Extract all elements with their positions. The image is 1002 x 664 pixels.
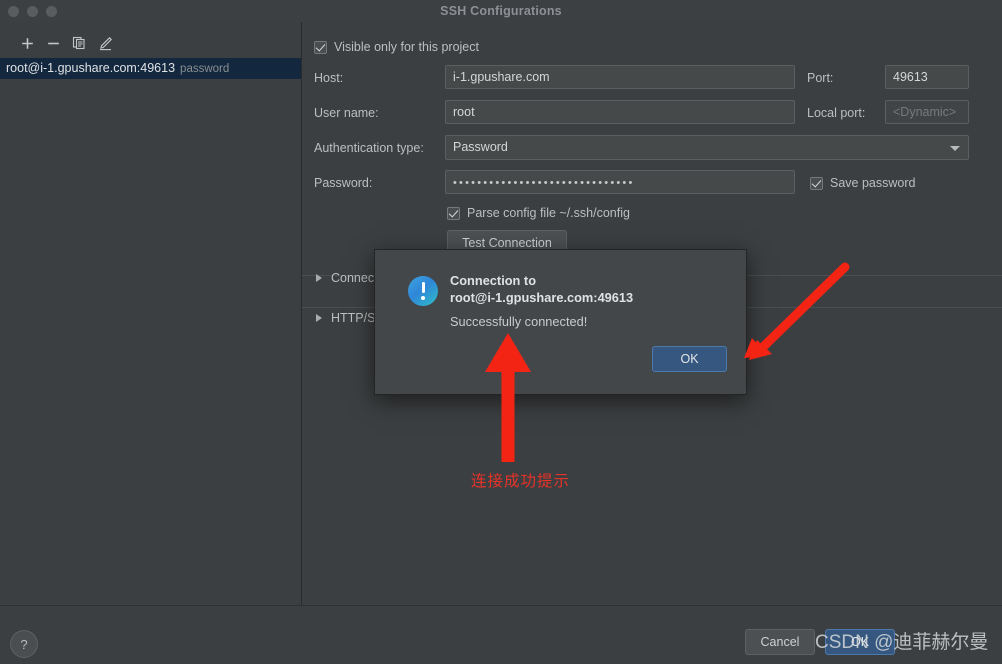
configurations-list[interactable]: root@i-1.gpushare.com:49613 password [0,58,301,79]
chevron-right-icon [316,274,322,282]
password-masked-value: •••••••••••••••••••••••••••••• [453,177,635,189]
dialog-title-line2: root@i-1.gpushare.com:49613 [450,290,634,305]
plus-icon [21,37,34,50]
list-item[interactable]: root@i-1.gpushare.com:49613 password [0,58,301,79]
configurations-sidebar: root@i-1.gpushare.com:49613 password [0,22,302,605]
ssh-configurations-window: SSH Configurations root@i-1.gpushare.com… [0,0,1002,664]
auth-type-label: Authentication type: [314,141,424,155]
edit-button[interactable] [92,30,118,56]
password-input[interactable]: •••••••••••••••••••••••••••••• [445,170,795,194]
titlebar: SSH Configurations [0,0,1002,23]
auth-type-select[interactable]: Password [445,135,969,160]
chevron-down-icon [950,146,960,151]
port-input[interactable]: 49613 [885,65,969,89]
connection-result-dialog: Connection to root@i-1.gpushare.com:4961… [374,249,747,395]
info-exclamation-icon [408,276,438,306]
local-port-input[interactable]: <Dynamic> [885,100,969,124]
checkbox-box [810,176,823,190]
section-https-label: HTTP/S [331,311,376,325]
add-button[interactable] [14,30,40,56]
help-button[interactable]: ? [10,630,38,658]
save-password-checkbox[interactable]: Save password [810,176,915,190]
watermark: CSDN @迪菲赫尔曼 [815,632,989,653]
checkbox-box [314,40,327,54]
section-https[interactable]: HTTP/S [316,311,375,325]
dialog-title: Connection to root@i-1.gpushare.com:4961… [450,272,735,306]
username-label: User name: [314,106,379,120]
checkbox-box [447,206,460,220]
copy-button[interactable] [66,30,92,56]
chevron-right-icon [316,314,322,322]
dialog-ok-button[interactable]: OK [652,346,727,372]
pencil-icon [98,36,113,51]
dialog-message: Successfully connected! [450,314,588,329]
port-label: Port: [807,71,834,85]
visible-only-checkbox[interactable]: Visible only for this project [314,40,479,54]
visible-only-label: Visible only for this project [334,40,479,54]
dialog-title-line1: Connection to [450,273,537,288]
sidebar-toolbar [0,30,301,58]
remove-button[interactable] [40,30,66,56]
username-input[interactable]: root [445,100,795,124]
save-password-label: Save password [830,176,916,190]
window-title: SSH Configurations [440,4,562,18]
local-port-label: Local port: [807,106,866,120]
cancel-button[interactable]: Cancel [745,629,815,655]
parse-config-checkbox[interactable]: Parse config file ~/.ssh/config [447,206,630,220]
auth-type-value: Password [453,140,508,154]
list-item-label: root@i-1.gpushare.com:49613 [6,61,176,75]
host-label: Host: [314,71,344,85]
annotation-note: 连接成功提示 [471,473,571,490]
minus-icon [47,37,60,50]
parse-config-label: Parse config file ~/.ssh/config [467,206,630,220]
copy-icon [72,36,86,50]
list-item-tag: password [180,63,230,75]
password-label: Password: [314,176,373,190]
host-input[interactable]: i-1.gpushare.com [445,65,795,89]
